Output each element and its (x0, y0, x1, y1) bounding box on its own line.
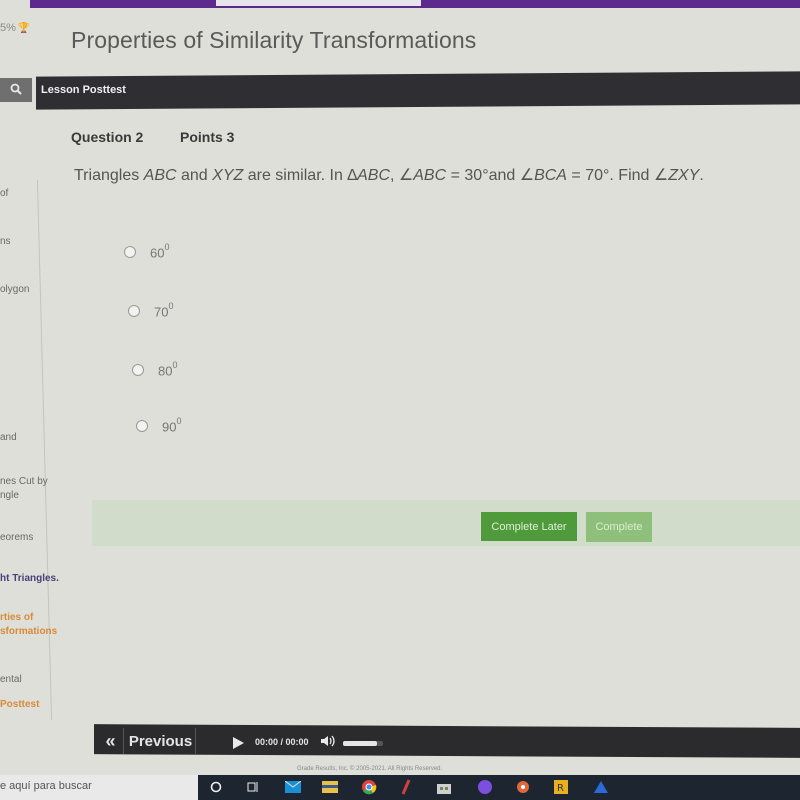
sidebar-item-posttest[interactable]: Posttest (0, 698, 39, 711)
option-label: 600 (150, 242, 170, 261)
sidebar-item[interactable]: nes Cut by (0, 475, 48, 488)
action-bar (92, 500, 800, 546)
sidebar-item[interactable]: olygon (0, 283, 29, 296)
option-label: 900 (162, 416, 182, 435)
answer-option[interactable]: 900 (136, 416, 182, 435)
sidebar-item[interactable]: ental (0, 673, 22, 686)
lesson-bar (36, 71, 800, 110)
taskbar-search-input[interactable]: e aquí para buscar (0, 775, 198, 800)
time-readout: 00:00 / 00:00 (255, 737, 309, 747)
complete-button[interactable]: Complete (586, 512, 652, 542)
answer-option[interactable]: 600 (124, 242, 170, 261)
app-icon-2[interactable] (477, 779, 493, 795)
app-icon-3[interactable] (515, 779, 531, 795)
radio-button[interactable] (128, 305, 140, 318)
search-button[interactable] (0, 78, 32, 102)
lesson-bar-label: Lesson Posttest (41, 84, 126, 96)
app-icon[interactable] (398, 779, 414, 795)
sidebar-item[interactable]: ns (0, 235, 11, 248)
page-title: Properties of Similarity Transformations (71, 27, 477, 53)
search-icon (10, 83, 22, 98)
question-text: Triangles ABC and XYZ are similar. In ∆A… (74, 167, 704, 184)
sidebar-item[interactable]: and (0, 431, 17, 444)
complete-later-button[interactable]: Complete Later (481, 512, 577, 541)
option-label: 700 (154, 301, 174, 320)
cortana-icon[interactable] (208, 779, 224, 795)
volume-slider[interactable] (343, 741, 383, 746)
mail-icon[interactable] (285, 779, 301, 795)
chrome-icon[interactable] (361, 779, 377, 795)
store-icon[interactable] (436, 779, 452, 795)
sidebar-item-active[interactable]: sformations (0, 625, 57, 638)
radio-button[interactable] (132, 364, 144, 377)
media-player-bar (94, 724, 800, 758)
volume-icon[interactable] (320, 734, 336, 751)
sidebar-item[interactable]: ngle (0, 489, 19, 502)
question-points: Points 3 (180, 129, 235, 145)
answer-option[interactable]: 700 (128, 301, 174, 320)
task-view-icon[interactable] (245, 779, 261, 795)
sidebar-item-active[interactable]: rties of (0, 611, 33, 624)
browser-tab[interactable] (216, 0, 421, 6)
answer-option[interactable]: 800 (132, 360, 178, 379)
volume-slider-fill (343, 741, 377, 746)
option-label: 800 (158, 360, 178, 379)
sidebar-item[interactable]: of (0, 187, 8, 200)
trophy-icon: 🏆 (17, 23, 31, 34)
svg-text:R: R (557, 783, 564, 794)
progress-indicator: 5% 🏆 (0, 22, 30, 34)
browser-top-bar (30, 0, 800, 8)
progress-text: 5% (0, 22, 16, 34)
copyright-text: Grade Results, Inc. © 2005-2021. All Rig… (297, 766, 443, 772)
previous-chevrons-icon[interactable]: « (98, 728, 124, 754)
file-explorer-icon[interactable] (322, 779, 338, 795)
radio-button[interactable] (124, 246, 136, 259)
sidebar-item[interactable]: ht Triangles. (0, 572, 59, 585)
sidebar-divider (36, 180, 53, 720)
sidebar-item[interactable]: eorems (0, 531, 33, 544)
app-icon-5[interactable] (593, 779, 609, 795)
radio-button[interactable] (136, 420, 148, 433)
app-icon-4[interactable]: R (553, 779, 569, 795)
question-number: Question 2 (71, 129, 144, 145)
play-icon[interactable] (233, 737, 244, 749)
previous-button[interactable]: Previous (126, 728, 196, 754)
